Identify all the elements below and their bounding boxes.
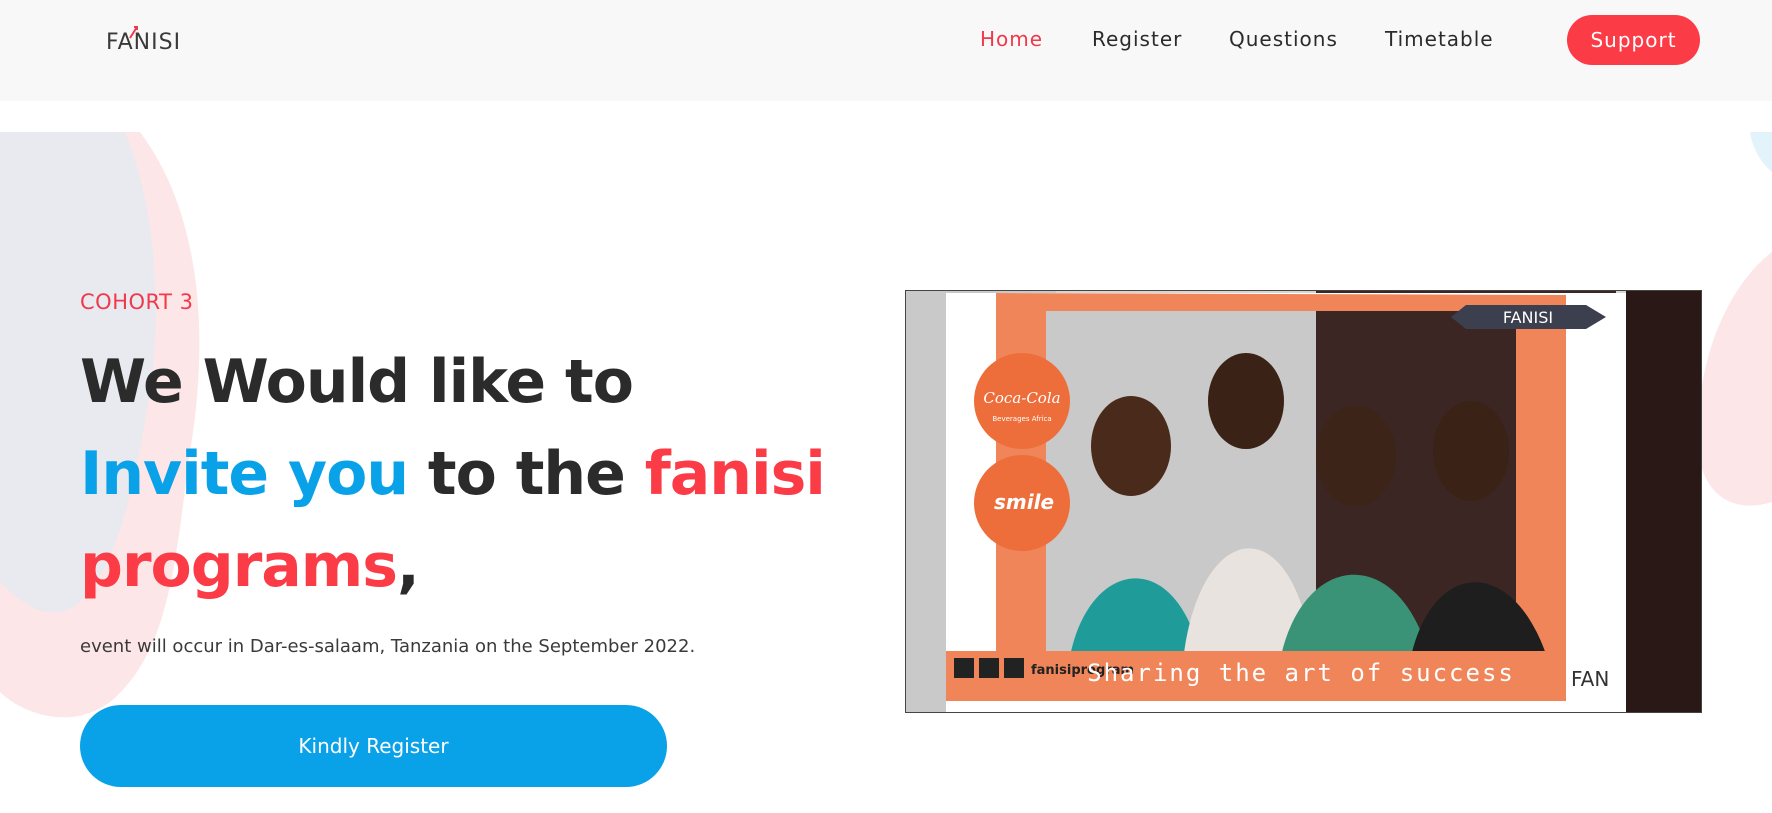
top-navbar: FANISI Home Register Questions Timetable… [0,0,1772,101]
nav-timetable[interactable]: Timetable [1385,26,1494,52]
hero-photo: Coca-Cola Beverages Africa smile FANISI … [905,290,1702,713]
sponsor-coca-cola: Coca-Cola [983,389,1060,407]
frame-slogan: Sharing the art of success [1087,659,1515,687]
logo-arrow-icon [129,26,138,39]
hero-headline: We Would like to Invite you to the fanis… [80,336,840,612]
headline-part-3: to the [408,439,645,509]
nav-home[interactable]: Home [980,26,1043,52]
headline-comma: , [397,531,420,601]
headline-highlight-invite: Invite you [80,439,409,509]
nav-questions[interactable]: Questions [1229,26,1338,52]
nav-register[interactable]: Register [1092,26,1182,52]
headline-part-1: We Would like to [80,347,634,417]
kindly-register-button[interactable]: Kindly Register [80,705,667,787]
support-button[interactable]: Support [1567,15,1700,65]
sponsor-coca-cola-sub: Beverages Africa [992,415,1051,423]
cohort-label: COHORT 3 [80,290,194,314]
photo-frame-illustration: Coca-Cola Beverages Africa smile FANISI … [906,291,1701,712]
corner-brand: FAN [1571,667,1609,691]
event-details: event will occur in Dar-es-salaam, Tanza… [80,636,696,657]
frame-brand: FANISI [1503,308,1553,327]
logo-text: FANISI [106,30,182,55]
sponsor-smile: smile [994,490,1054,514]
fanisi-logo[interactable]: FANISI [106,26,182,57]
